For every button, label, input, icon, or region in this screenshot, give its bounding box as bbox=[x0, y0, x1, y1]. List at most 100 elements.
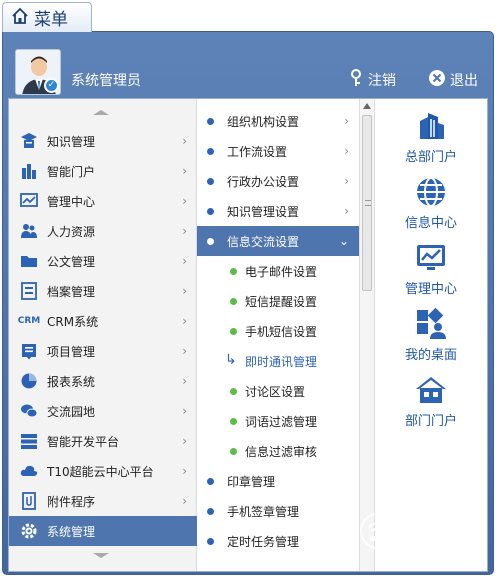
menu-item-label: 公文管理 bbox=[47, 254, 96, 269]
scrollbar-up-arrow[interactable] bbox=[363, 103, 371, 109]
quick-links: 总部门户 信息中心 管理中心 我的桌面 部门门户 bbox=[375, 99, 487, 571]
submenu-label: 行政办公设置 bbox=[227, 174, 300, 189]
submenu-label: 手机签章管理 bbox=[227, 504, 300, 519]
avatar: ✓ bbox=[15, 49, 61, 95]
logout-button[interactable]: 注销 bbox=[348, 69, 396, 91]
submenu-label: 知识管理设置 bbox=[227, 204, 300, 219]
menu-item-label: 管理中心 bbox=[47, 194, 96, 209]
bullet bbox=[207, 238, 214, 245]
submenu-child-item[interactable]: 短信提醒设置 bbox=[197, 286, 359, 316]
start-menu-panel: ✓ 系统管理员 注销 退出 知识管理 › 智能门户 › 管理中心 › 人力资源 … bbox=[2, 31, 494, 575]
bullet bbox=[207, 508, 214, 515]
chevron-right-icon: › bbox=[182, 224, 187, 238]
scroll-up-arrow[interactable] bbox=[93, 110, 109, 115]
menu-item-label: 知识管理 bbox=[47, 134, 96, 149]
menu-item-label: CRM系统 bbox=[47, 314, 99, 329]
archive-icon bbox=[19, 281, 39, 301]
menu-item-label: 交流园地 bbox=[47, 404, 96, 419]
chevron-right-icon: › bbox=[182, 374, 187, 388]
menu-item-system[interactable]: 系统管理 bbox=[9, 516, 209, 546]
menu-item-cloud[interactable]: T10超能云中心平台 › bbox=[9, 456, 197, 486]
chevron-right-icon: › bbox=[182, 434, 187, 448]
submenu-item-expanded[interactable]: 信息交流设置 ⌄ bbox=[197, 226, 359, 256]
bullet bbox=[207, 538, 214, 545]
submenu-child-item[interactable]: 词语过滤管理 bbox=[197, 406, 359, 436]
menu-item-reports[interactable]: 报表系统 › bbox=[9, 366, 197, 396]
menu-item-management[interactable]: 管理中心 › bbox=[9, 186, 197, 216]
menu-item-documents[interactable]: 公文管理 › bbox=[9, 246, 197, 276]
building-icon bbox=[414, 109, 448, 143]
monitor-chart-icon bbox=[414, 241, 448, 275]
menu-item-label: 人力资源 bbox=[47, 224, 96, 239]
menu-item-portal[interactable]: 智能门户 › bbox=[9, 156, 197, 186]
chevron-right-icon: › bbox=[182, 404, 187, 418]
quick-link-dept-portal[interactable]: 部门门户 bbox=[375, 373, 487, 433]
globe-icon bbox=[414, 175, 448, 209]
menu-item-label: 附件程序 bbox=[47, 494, 96, 509]
menu-item-project[interactable]: 项目管理 › bbox=[9, 336, 197, 366]
quick-link-info-center[interactable]: 信息中心 bbox=[375, 175, 487, 235]
submenu-item[interactable]: 定时任务管理 bbox=[197, 526, 359, 556]
submenu-item[interactable]: 手机签章管理 bbox=[197, 496, 359, 526]
watermark-url: luyouqi.com bbox=[404, 537, 466, 548]
knowledge-icon bbox=[19, 131, 39, 151]
submenu-label: 印章管理 bbox=[227, 474, 276, 489]
menu-item-hr[interactable]: 人力资源 › bbox=[9, 216, 197, 246]
submenu-child-item[interactable]: 讨论区设置 bbox=[197, 376, 359, 406]
key-icon bbox=[348, 69, 364, 91]
submenu-item[interactable]: 知识管理设置 › bbox=[197, 196, 359, 226]
bullet bbox=[207, 118, 214, 125]
menu-item-archive[interactable]: 档案管理 › bbox=[9, 276, 197, 306]
submenu-label: 组织机构设置 bbox=[227, 114, 300, 129]
menu-item-label: 项目管理 bbox=[47, 344, 96, 359]
submenu-item[interactable]: 行政办公设置 › bbox=[197, 166, 359, 196]
menu-body: 知识管理 › 智能门户 › 管理中心 › 人力资源 › 公文管理 › 档案管理 › bbox=[8, 98, 488, 572]
submenu-item[interactable]: 组织机构设置 › bbox=[197, 106, 359, 136]
submenu-scrollbar[interactable] bbox=[359, 99, 375, 571]
submenu-child-label: 词语过滤管理 bbox=[245, 414, 318, 429]
submenu-child-item[interactable]: 手机短信设置 bbox=[197, 316, 359, 346]
chevron-down-icon: ⌄ bbox=[338, 234, 349, 248]
chat-icon bbox=[19, 401, 39, 421]
submenu-child-item[interactable]: 电子邮件设置 bbox=[197, 256, 359, 286]
submenu-child-item[interactable]: 信息过滤审核 bbox=[197, 436, 359, 466]
menu-item-dev-platform[interactable]: 智能开发平台 › bbox=[9, 426, 197, 456]
bullet bbox=[230, 298, 237, 305]
bullet bbox=[230, 418, 237, 425]
quick-link-hq-portal[interactable]: 总部门户 bbox=[375, 109, 487, 169]
chevron-right-icon: › bbox=[344, 114, 349, 128]
menu-item-label: 系统管理 bbox=[47, 524, 96, 539]
exit-button[interactable]: 退出 bbox=[428, 69, 478, 91]
quick-link-management[interactable]: 管理中心 bbox=[375, 241, 487, 301]
submenu-label: 定时任务管理 bbox=[227, 534, 300, 549]
cloud-icon bbox=[19, 461, 39, 481]
menu-item-forum[interactable]: 交流园地 › bbox=[9, 396, 197, 426]
chevron-right-icon: › bbox=[182, 494, 187, 508]
submenu-item[interactable]: 印章管理 bbox=[197, 466, 359, 496]
close-circle-icon bbox=[428, 69, 446, 91]
submenu-child-item-current[interactable]: ↳ 即时通讯管理 bbox=[197, 346, 359, 376]
portal-icon bbox=[19, 161, 39, 181]
quick-link-my-desktop[interactable]: 我的桌面 bbox=[375, 307, 487, 367]
router-logo-icon bbox=[358, 511, 398, 554]
menu-item-knowledge[interactable]: 知识管理 › bbox=[9, 126, 197, 156]
submenu-label: 信息交流设置 bbox=[227, 234, 300, 249]
level2-menu: 组织机构设置 › 工作流设置 › 行政办公设置 › 知识管理设置 › 信息交流设置 ⌄ 电… bbox=[197, 99, 359, 571]
project-icon bbox=[19, 341, 39, 361]
quick-link-label: 部门门户 bbox=[404, 414, 457, 429]
submenu-item[interactable]: 工作流设置 › bbox=[197, 136, 359, 166]
attachment-icon bbox=[19, 491, 39, 511]
bullet bbox=[207, 208, 214, 215]
crm-icon: CRM bbox=[17, 316, 41, 326]
scrollbar-thumb[interactable] bbox=[362, 115, 372, 291]
chevron-right-icon: › bbox=[182, 314, 187, 328]
level1-menu: 知识管理 › 智能门户 › 管理中心 › 人力资源 › 公文管理 › 档案管理 › bbox=[9, 99, 209, 571]
menu-item-attachments[interactable]: 附件程序 › bbox=[9, 486, 197, 516]
submenu-child-label: 短信提醒设置 bbox=[245, 294, 318, 309]
menu-item-label: 智能门户 bbox=[47, 164, 96, 179]
menu-button-label: 菜单 bbox=[34, 10, 68, 30]
menu-item-crm[interactable]: CRM CRM系统 › bbox=[9, 306, 197, 336]
scroll-down-arrow[interactable] bbox=[93, 553, 109, 558]
menu-button[interactable]: 菜单 bbox=[2, 2, 92, 32]
menu-item-label: T10超能云中心平台 bbox=[47, 464, 154, 479]
